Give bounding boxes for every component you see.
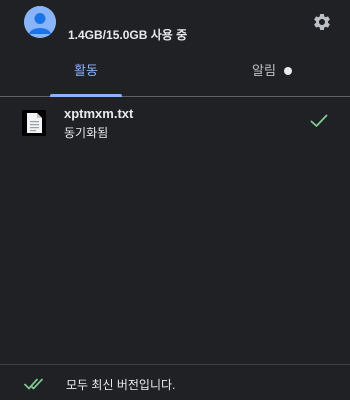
tab-notifications-label: 알림 (252, 63, 276, 78)
storage-usage: 1.4GB/15.0GB 사용 중 (68, 28, 188, 42)
file-sync-status: 동기화됨 (64, 126, 109, 140)
text-file-icon (22, 110, 46, 136)
file-name: xptmxm.txt (64, 106, 134, 121)
active-tab-indicator (50, 94, 122, 97)
sync-status-text: 모두 최신 버전입니다. (66, 378, 176, 392)
check-icon (310, 114, 328, 128)
tab-notifications[interactable]: 알림 (232, 54, 312, 96)
tab-bar: 활동 알림 (0, 54, 350, 97)
tab-activity[interactable]: 활동 (50, 54, 122, 97)
panel-header: 1.4GB/15.0GB 사용 중 (0, 0, 350, 54)
tab-activity-label: 활동 (74, 63, 98, 78)
double-check-icon (24, 377, 46, 391)
gear-icon (314, 13, 330, 30)
settings-button[interactable] (312, 12, 332, 32)
sync-panel: 1.4GB/15.0GB 사용 중 활동 알림 xptmxm.txt 동기화됨 … (0, 0, 350, 400)
list-item[interactable]: xptmxm.txt 동기화됨 (0, 100, 350, 148)
notification-dot (283, 66, 292, 75)
avatar[interactable] (24, 6, 56, 38)
status-footer: 모두 최신 버전입니다. (0, 364, 350, 400)
avatar-icon (24, 6, 56, 38)
